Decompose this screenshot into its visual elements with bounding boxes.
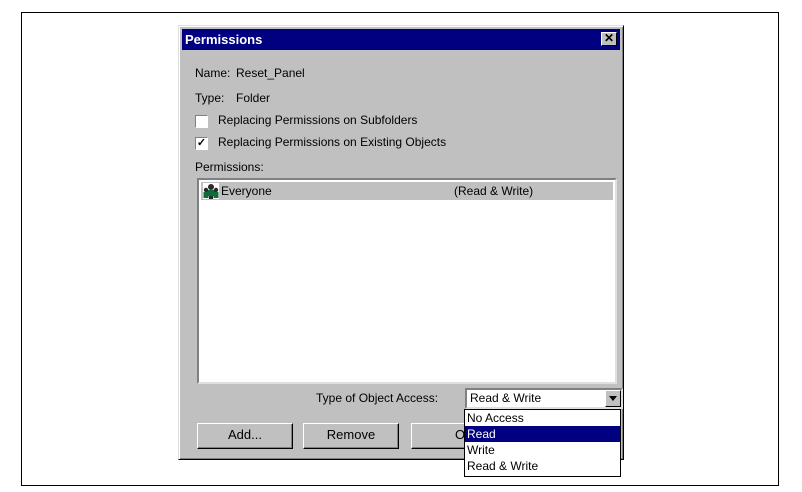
add-button[interactable]: Add... [197, 423, 293, 449]
subfolders-checkbox-label[interactable]: Replacing Permissions on Subfolders [218, 113, 417, 127]
checkmark-icon: ✓ [196, 137, 207, 149]
close-icon: ✕ [603, 31, 615, 45]
option-no-access[interactable]: No Access [465, 410, 620, 426]
access-select-value: Read & Write [470, 391, 542, 405]
list-item-access: (Read & Write) [454, 184, 534, 198]
remove-button[interactable]: Remove [303, 423, 399, 449]
option-read-write[interactable]: Read & Write [465, 458, 620, 474]
access-label: Type of Object Access: [316, 391, 439, 405]
permissions-label: Permissions: [195, 160, 264, 174]
type-label: Type: [195, 91, 225, 105]
list-item-name: Everyone [221, 184, 272, 198]
access-options-list[interactable]: No Access Read Write Read & Write [464, 409, 621, 477]
type-value: Folder [236, 91, 271, 105]
existing-objects-checkbox-label[interactable]: Replacing Permissions on Existing Object… [218, 135, 446, 149]
option-write[interactable]: Write [465, 442, 620, 458]
subfolders-checkbox[interactable] [195, 115, 208, 128]
chevron-down-icon[interactable] [605, 390, 621, 407]
permissions-dialog: Permissions ✕ Name: Reset_Panel Type: Fo… [178, 25, 624, 460]
name-label: Name: [195, 66, 231, 80]
name-value: Reset_Panel [236, 66, 305, 80]
dialog-title: Permissions [185, 32, 263, 47]
option-read[interactable]: Read [465, 426, 620, 442]
existing-objects-checkbox[interactable]: ✓ [195, 137, 208, 150]
permissions-list[interactable]: Everyone (Read & Write) [197, 178, 617, 384]
access-select[interactable]: Read & Write [465, 388, 623, 409]
list-item[interactable]: Everyone (Read & Write) [201, 182, 613, 200]
title-bar: Permissions ✕ [182, 29, 620, 50]
close-button[interactable]: ✕ [601, 32, 617, 46]
group-icon [203, 183, 219, 199]
